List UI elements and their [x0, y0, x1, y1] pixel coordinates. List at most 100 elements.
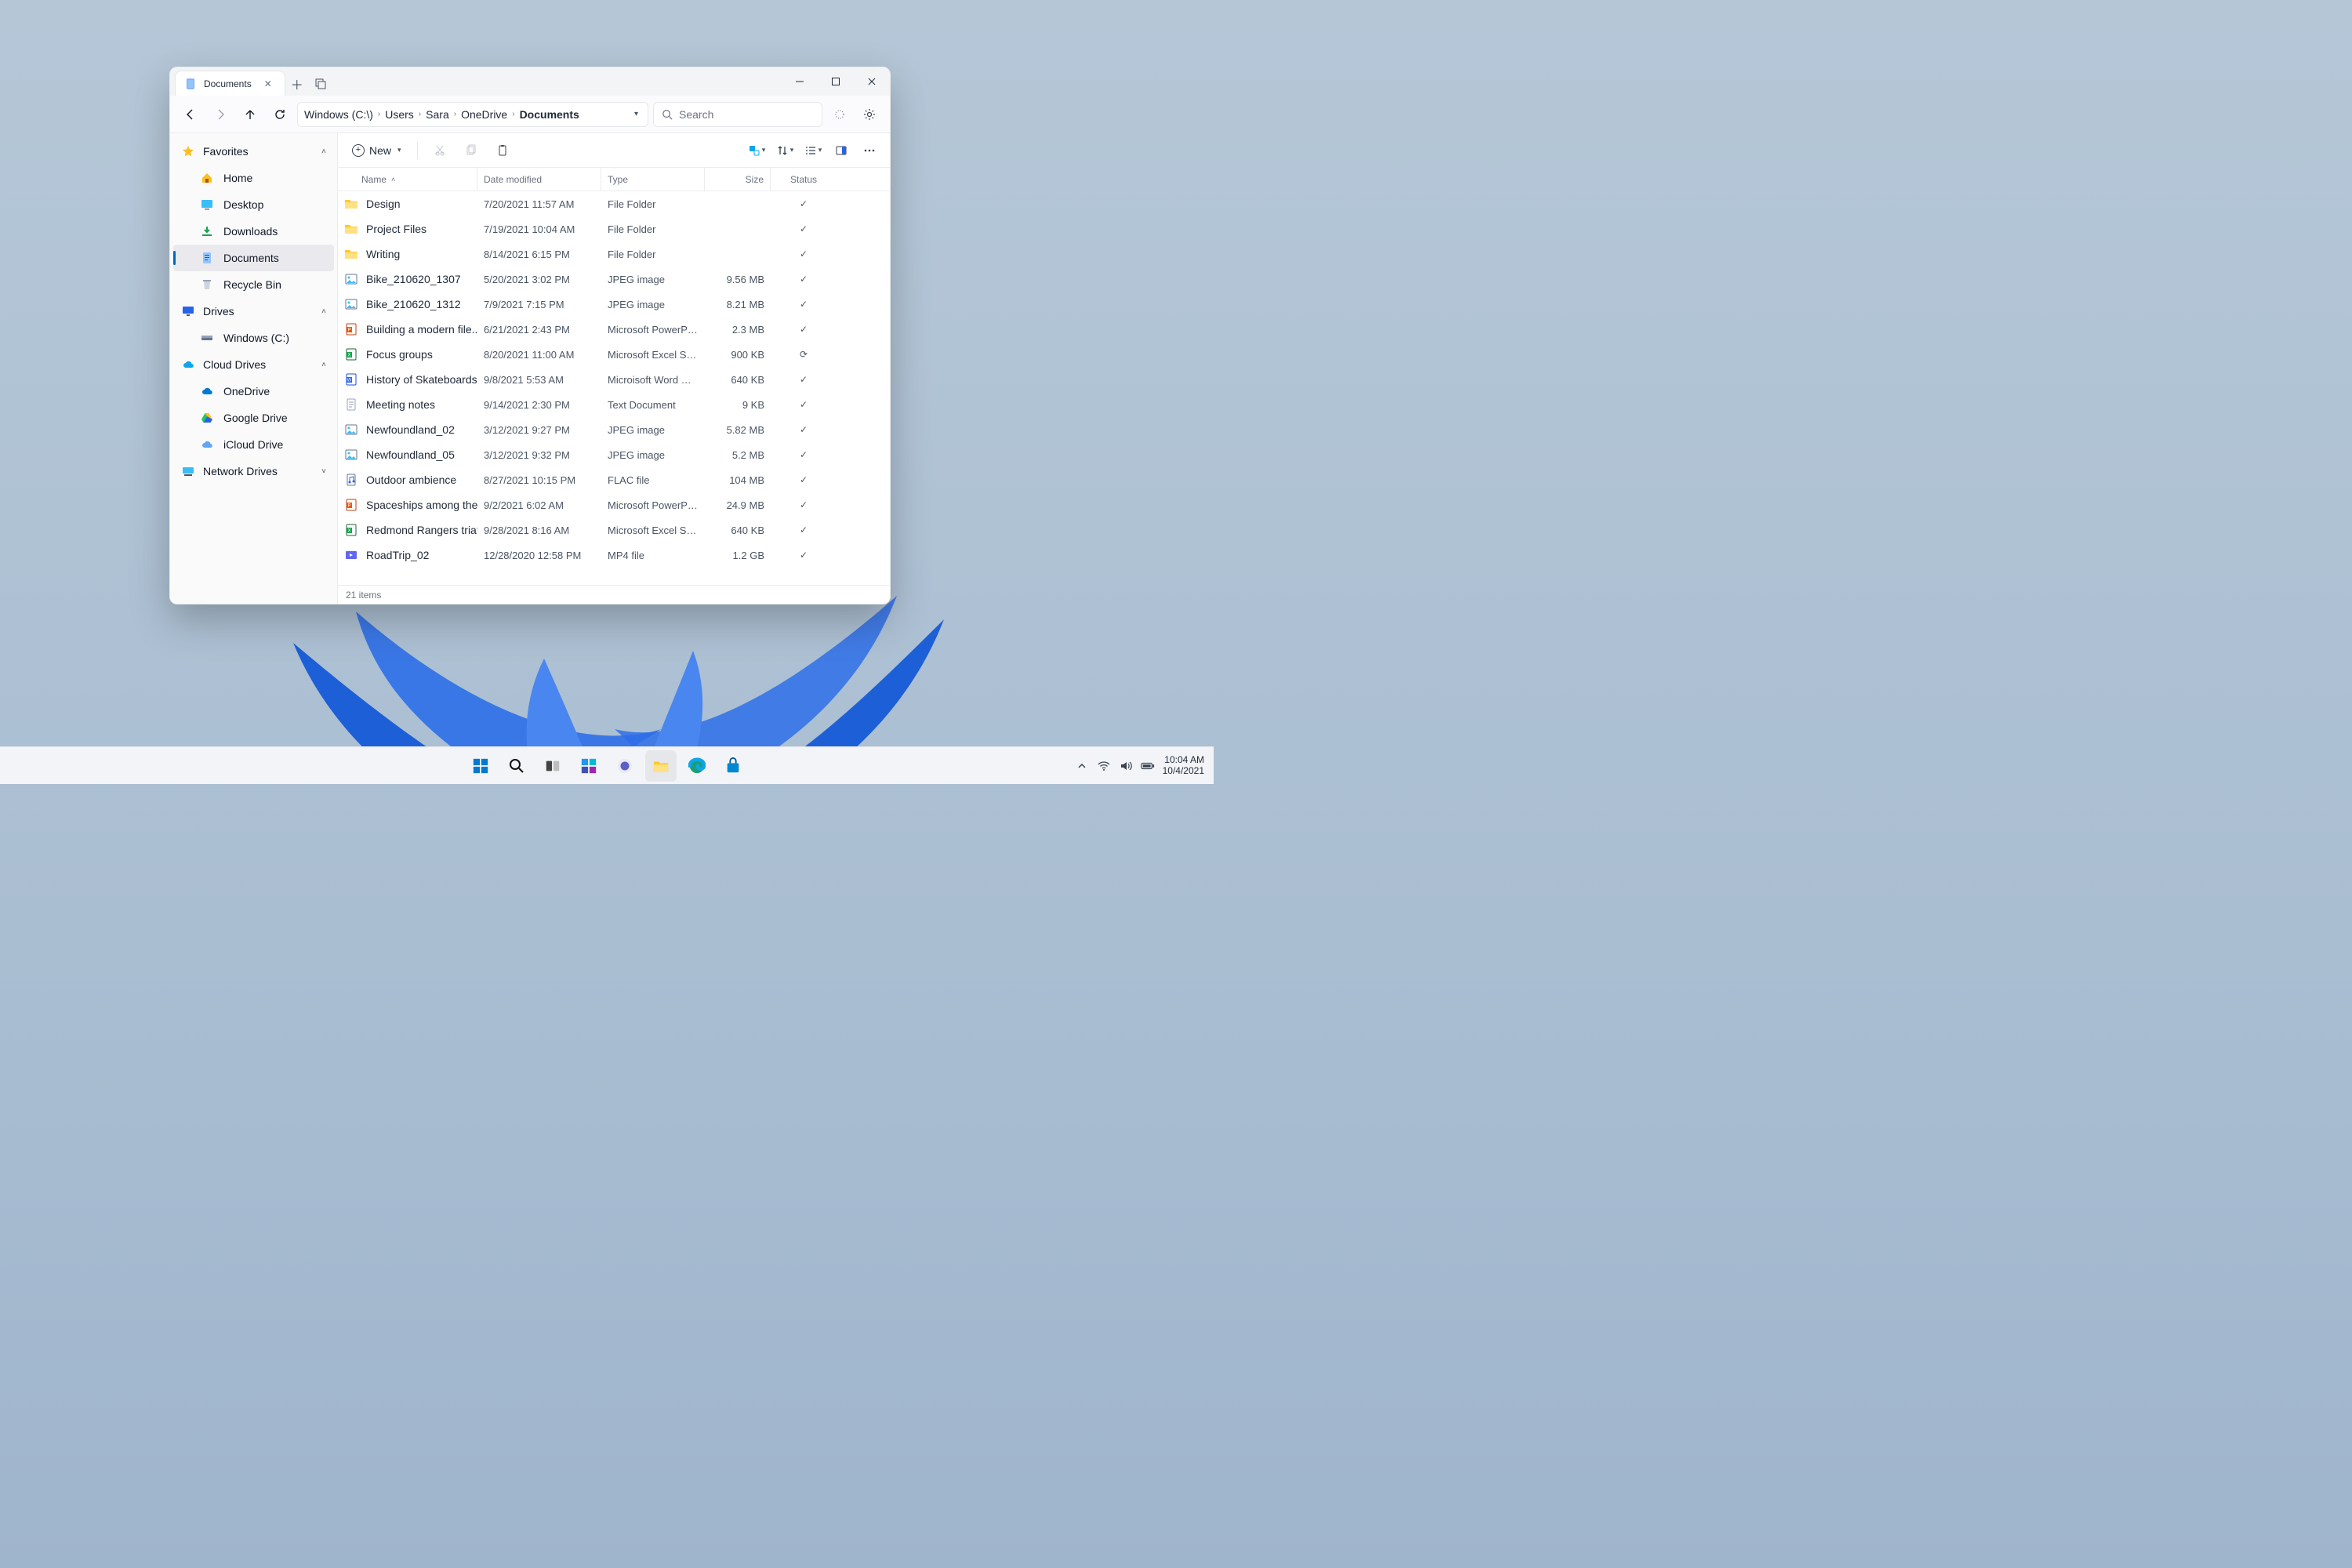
file-row[interactable]: XRedmond Rangers triat... 9/28/2021 8:16…: [338, 517, 890, 543]
file-status: ✓: [771, 499, 837, 510]
search-input[interactable]: Search: [653, 102, 822, 127]
file-date: 6/21/2021 2:43 PM: [477, 324, 601, 336]
file-row[interactable]: Writing 8/14/2021 6:15 PM File Folder ✓: [338, 241, 890, 267]
taskbar-search-button[interactable]: [501, 750, 532, 782]
forward-button[interactable]: [208, 102, 233, 127]
file-status: ✓: [771, 474, 837, 485]
tab-overflow-button[interactable]: [309, 72, 332, 96]
sidebar-item[interactable]: iCloud Drive: [173, 431, 334, 458]
file-row[interactable]: Meeting notes 9/14/2021 2:30 PM Text Doc…: [338, 392, 890, 417]
breadcrumb-segment[interactable]: Windows (C:\): [304, 108, 373, 121]
close-button[interactable]: [854, 67, 890, 96]
file-status: ✓: [771, 399, 837, 410]
file-type: JPEG image: [601, 424, 705, 436]
new-tab-button[interactable]: ＋: [285, 72, 309, 96]
sidebar-item[interactable]: Downloads: [173, 218, 334, 245]
teams-button[interactable]: [609, 750, 641, 782]
breadcrumb-bar[interactable]: Windows (C:\)›Users›Sara›OneDrive›Docume…: [297, 102, 648, 127]
sidebar-section-header[interactable]: Drives˄: [173, 298, 334, 325]
sidebar-item[interactable]: Windows (C:): [173, 325, 334, 351]
sort-button[interactable]: ▾: [772, 139, 797, 162]
breadcrumb-segment[interactable]: Documents: [520, 108, 579, 121]
breadcrumb-segment[interactable]: Sara: [426, 108, 449, 121]
breadcrumb-segment[interactable]: OneDrive: [461, 108, 507, 121]
file-type: File Folder: [601, 198, 705, 210]
file-name: Building a modern file...: [366, 323, 477, 336]
home-icon: [200, 171, 214, 185]
chevron-down-icon: ▾: [397, 146, 401, 154]
sidebar-item[interactable]: Documents: [173, 245, 334, 271]
refresh-button[interactable]: [267, 102, 292, 127]
file-row[interactable]: Bike_210620_1307 5/20/2021 3:02 PM JPEG …: [338, 267, 890, 292]
start-button[interactable]: [465, 750, 496, 782]
settings-button[interactable]: [857, 102, 882, 127]
column-size[interactable]: Size: [705, 168, 771, 191]
file-date: 3/12/2021 9:32 PM: [477, 449, 601, 461]
video-icon: [344, 548, 358, 562]
widgets-button[interactable]: [573, 750, 604, 782]
file-type: MP4 file: [601, 550, 705, 561]
clock[interactable]: 10:04 AM 10/4/2021: [1163, 755, 1204, 777]
sidebar-section-header[interactable]: Cloud Drives˄: [173, 351, 334, 378]
sidebar-item[interactable]: Home: [173, 165, 334, 191]
ppt-icon: P: [344, 322, 358, 336]
file-list[interactable]: Design 7/20/2021 11:57 AM File Folder ✓ …: [338, 191, 890, 585]
selection-mode-button[interactable]: ▾: [744, 139, 769, 162]
preview-pane-button[interactable]: [829, 139, 854, 162]
tab-documents[interactable]: Documents ✕: [175, 71, 285, 96]
column-type[interactable]: Type: [601, 168, 705, 191]
file-row[interactable]: XFocus groups 8/20/2021 11:00 AM Microso…: [338, 342, 890, 367]
file-row[interactable]: WHistory of Skateboards 9/8/2021 5:53 AM…: [338, 367, 890, 392]
file-type: Microsoft Excel Sprea...: [601, 524, 705, 536]
up-button[interactable]: [238, 102, 263, 127]
file-size: 900 KB: [705, 349, 771, 361]
cut-button[interactable]: [427, 139, 452, 162]
file-row[interactable]: P Building a modern file... 6/21/2021 2:4…: [338, 317, 890, 342]
tray-overflow-button[interactable]: [1075, 759, 1089, 773]
file-size: 5.82 MB: [705, 424, 771, 436]
minimize-button[interactable]: [782, 67, 818, 96]
text-icon: [344, 397, 358, 412]
paste-button[interactable]: [490, 139, 515, 162]
sidebar-section-header[interactable]: Favorites˄: [173, 138, 334, 165]
folder-icon: [344, 247, 358, 261]
column-status[interactable]: Status: [771, 168, 837, 191]
file-row[interactable]: PSpaceships among the... 9/2/2021 6:02 A…: [338, 492, 890, 517]
store-button[interactable]: [717, 750, 749, 782]
back-button[interactable]: [178, 102, 203, 127]
file-explorer-taskbar-button[interactable]: [645, 750, 677, 782]
view-button[interactable]: ▾: [800, 139, 826, 162]
more-options-button[interactable]: [857, 139, 882, 162]
file-row[interactable]: RoadTrip_02 12/28/2020 12:58 PM MP4 file…: [338, 543, 890, 568]
sidebar-item[interactable]: Desktop: [173, 191, 334, 218]
breadcrumb-segment[interactable]: Users: [385, 108, 414, 121]
new-button[interactable]: + New ▾: [346, 139, 408, 162]
volume-icon[interactable]: [1119, 759, 1133, 773]
sidebar-item[interactable]: Recycle Bin: [173, 271, 334, 298]
sidebar-item[interactable]: OneDrive: [173, 378, 334, 405]
sidebar-section-header[interactable]: Network Drives˅: [173, 458, 334, 485]
file-row[interactable]: Outdoor ambience 8/27/2021 10:15 PM FLAC…: [338, 467, 890, 492]
edge-button[interactable]: [681, 750, 713, 782]
file-size: 2.3 MB: [705, 324, 771, 336]
file-row[interactable]: Newfoundland_02 3/12/2021 9:27 PM JPEG i…: [338, 417, 890, 442]
maximize-button[interactable]: [818, 67, 854, 96]
file-size: 640 KB: [705, 524, 771, 536]
navigation-sidebar: Favorites˄HomeDesktopDownloadsDocumentsR…: [170, 133, 338, 604]
sidebar-item[interactable]: Google Drive: [173, 405, 334, 431]
column-date[interactable]: Date modified: [477, 168, 601, 191]
wifi-icon[interactable]: [1097, 759, 1111, 773]
copy-button[interactable]: [459, 139, 484, 162]
file-row[interactable]: Design 7/20/2021 11:57 AM File Folder ✓: [338, 191, 890, 216]
network-icon: [181, 464, 195, 478]
file-row[interactable]: Bike_210620_1312 7/9/2021 7:15 PM JPEG i…: [338, 292, 890, 317]
column-name[interactable]: Name˄: [338, 168, 477, 191]
history-dropdown[interactable]: ▾: [631, 110, 641, 118]
task-view-button[interactable]: [537, 750, 568, 782]
tab-close-button[interactable]: ✕: [261, 77, 275, 91]
battery-icon[interactable]: [1141, 759, 1155, 773]
file-name: Outdoor ambience: [366, 474, 456, 486]
file-row[interactable]: Newfoundland_05 3/12/2021 9:32 PM JPEG i…: [338, 442, 890, 467]
file-type: File Folder: [601, 249, 705, 260]
file-row[interactable]: Project Files 7/19/2021 10:04 AM File Fo…: [338, 216, 890, 241]
